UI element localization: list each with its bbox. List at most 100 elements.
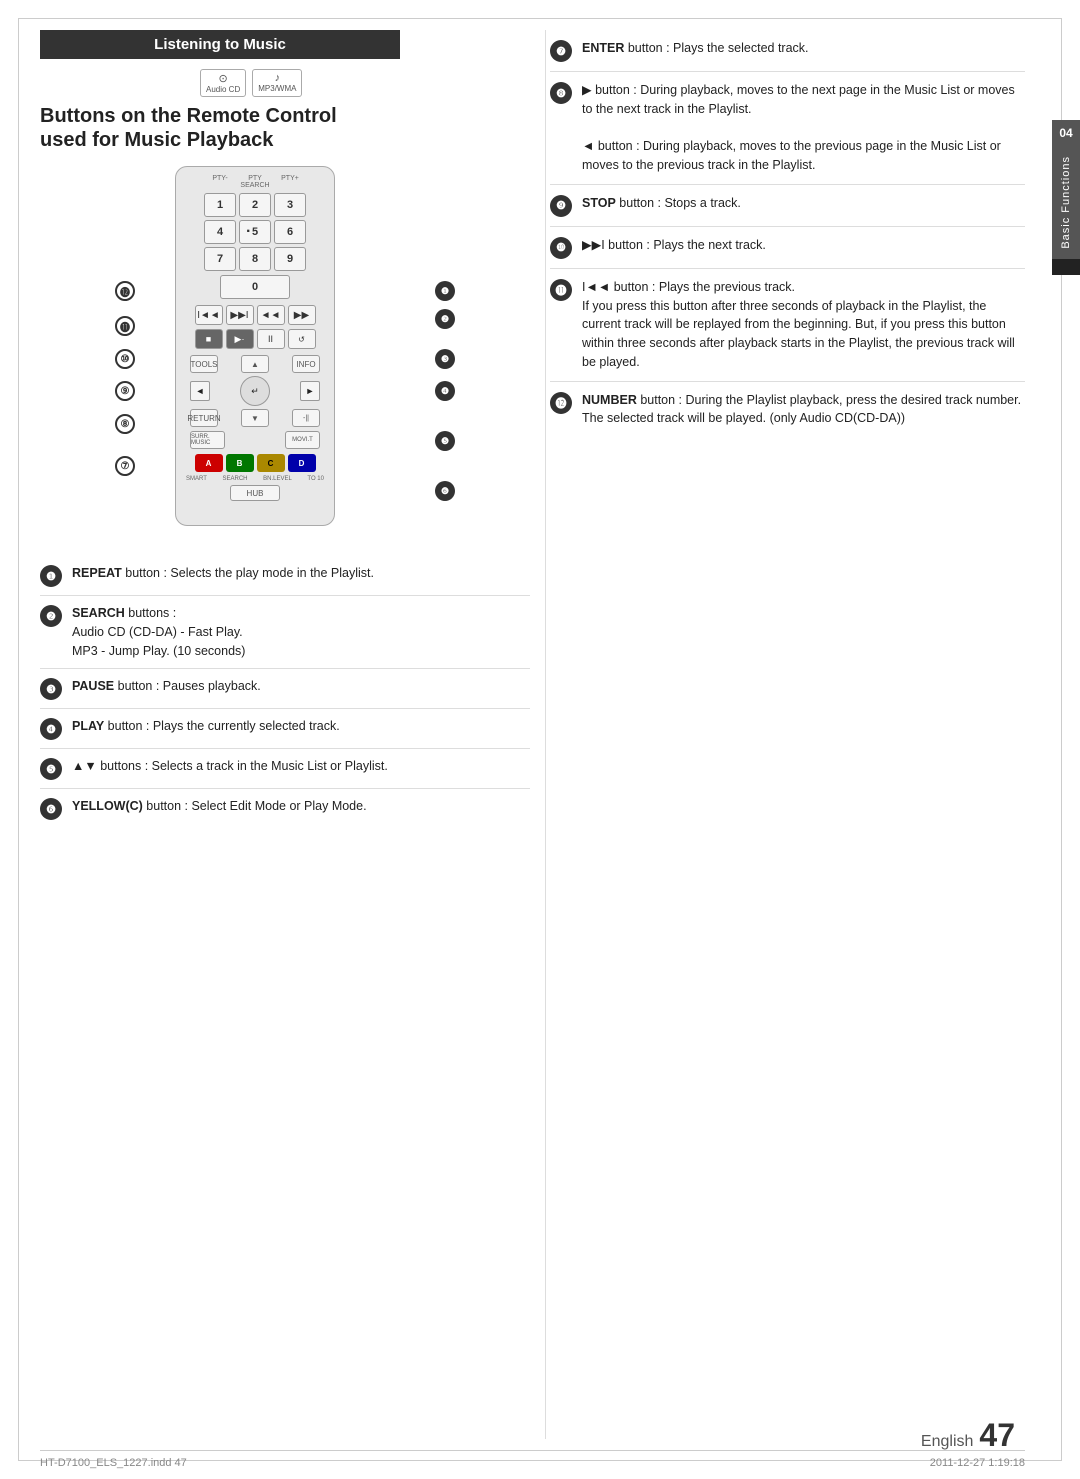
btn-stop[interactable]: ■ <box>195 329 223 349</box>
right-item-7: ❼ ENTER button : Plays the selected trac… <box>550 30 1025 72</box>
right-num-7: ❼ <box>550 40 572 62</box>
right-item-12: ⓬ NUMBER button : During the Playlist pl… <box>550 382 1025 438</box>
desc-item-3: ❸ PAUSE button : Pauses playback. <box>40 669 530 709</box>
callout-12: ⓬ <box>115 281 135 301</box>
media-icons: ⊙ Audio CD ♪ MP3/WMA <box>200 69 530 97</box>
chapter-label: Basic Functions <box>1055 146 1077 259</box>
remote-body: PTY- PTY SEARCH PTY+ 1 2 3 4 5 6 7 8 9 <box>175 166 335 526</box>
btn-right-arrow[interactable]: ► <box>300 381 320 401</box>
desc-num-5: ❺ <box>40 758 62 780</box>
callout-11: ⓫ <box>115 316 135 336</box>
btn-yellow-c[interactable]: C <box>257 454 285 472</box>
btn-5[interactable]: 5 <box>239 220 271 244</box>
btn-surround[interactable]: SURR. MUSIC <box>190 431 225 449</box>
desc-text-1: REPEAT button : Selects the play mode in… <box>72 564 530 583</box>
page-number: 47 <box>979 1417 1015 1454</box>
btn-down-arrow[interactable]: ▼ <box>241 409 269 427</box>
callout-7: ⑦ <box>115 456 135 476</box>
btn-next-track[interactable]: ▶▶I <box>226 305 254 325</box>
btn-info[interactable]: INFO <box>292 355 320 373</box>
btn-rewind[interactable]: ◄◄ <box>257 305 285 325</box>
number-pad: 1 2 3 4 5 6 7 8 9 <box>204 193 306 271</box>
btn-2[interactable]: 2 <box>239 193 271 217</box>
zero-row: 0 <box>182 275 328 299</box>
desc-item-5: ❺ ▲▼ buttons : Selects a track in the Mu… <box>40 749 530 789</box>
btn-3[interactable]: 3 <box>274 193 306 217</box>
btn-hub[interactable]: HUB <box>230 485 280 501</box>
desc-num-1: ❶ <box>40 565 62 587</box>
btn-repeat[interactable]: ↺ <box>288 329 316 349</box>
desc-num-4: ❹ <box>40 718 62 740</box>
page-word: English <box>921 1433 973 1451</box>
callout-1: ❶ <box>435 281 455 301</box>
btn-red-a[interactable]: A <box>195 454 223 472</box>
btn-blue-d[interactable]: D <box>288 454 316 472</box>
left-column: Listening to Music ⊙ Audio CD ♪ MP3/WMA … <box>40 30 530 828</box>
footer: HT-D7100_ELS_1227.indd 47 2011-12-27 1:1… <box>40 1450 1025 1469</box>
btn-prev-track[interactable]: I◄◄ <box>195 305 223 325</box>
btn-up-arrow[interactable]: ▲ <box>241 355 269 373</box>
callout-10: ⑩ <box>115 349 135 369</box>
btn-tools[interactable]: TOOLS <box>190 355 218 373</box>
btn-movi[interactable]: MOVI.T <box>285 431 320 449</box>
right-text-7: ENTER button : Plays the selected track. <box>582 39 1025 58</box>
right-item-11: ⓫ I◄◄ button : Plays the previous track.… <box>550 269 1025 382</box>
btn-mute[interactable]: -|| <box>292 409 320 427</box>
page-number-area: English 47 <box>921 1417 1015 1454</box>
btn-pause[interactable]: II <box>257 329 285 349</box>
smart-row: SMART SEARCH BN.LEVEL TO 10 <box>186 476 324 482</box>
callout-2: ❷ <box>435 309 455 329</box>
right-item-8: ❽ ▶ button : During playback, moves to t… <box>550 72 1025 185</box>
side-tab-accent <box>1052 259 1080 275</box>
hub-row: HUB <box>182 485 328 501</box>
btn-return[interactable]: RETURN <box>190 409 218 427</box>
transport-row: I◄◄ ▶▶I ◄◄ ▶▶ <box>195 305 316 325</box>
desc-text-6: YELLOW(C) button : Select Edit Mode or P… <box>72 797 530 816</box>
btn-1[interactable]: 1 <box>204 193 236 217</box>
desc-text-4: PLAY button : Plays the currently select… <box>72 717 530 736</box>
desc-num-2: ❷ <box>40 605 62 627</box>
desc-text-2: SEARCH buttons :Audio CD (CD-DA) - Fast … <box>72 604 530 660</box>
smart-label: SMART <box>186 476 207 482</box>
chapter-number: 04 <box>1059 120 1072 146</box>
right-num-10: ❿ <box>550 237 572 259</box>
playback-row: ■ ▶· II ↺ <box>195 329 316 349</box>
btn-4[interactable]: 4 <box>204 220 236 244</box>
btn-play[interactable]: ▶· <box>226 329 254 349</box>
bnlevel-label: BN.LEVEL <box>263 476 292 482</box>
mp3-wma-icon: ♪ MP3/WMA <box>252 69 302 97</box>
btn-green-b[interactable]: B <box>226 454 254 472</box>
right-text-9: STOP button : Stops a track. <box>582 194 1025 213</box>
btn-8[interactable]: 8 <box>239 247 271 271</box>
desc-item-6: ❻ YELLOW(C) button : Select Edit Mode or… <box>40 789 530 828</box>
remote-diagram: PTY- PTY SEARCH PTY+ 1 2 3 4 5 6 7 8 9 <box>115 166 455 536</box>
color-buttons: A B C D <box>195 454 316 472</box>
right-text-8: ▶ button : During playback, moves to the… <box>582 81 1025 175</box>
desc-item-1: ❶ REPEAT button : Selects the play mode … <box>40 556 530 596</box>
dpad-center-row: ◄ ↵ ► <box>190 376 320 406</box>
desc-num-3: ❸ <box>40 678 62 700</box>
btn-left-arrow[interactable]: ◄ <box>190 381 210 401</box>
callout-9: ⑨ <box>115 381 135 401</box>
btn-0[interactable]: 0 <box>220 275 290 299</box>
callout-3: ❸ <box>435 349 455 369</box>
btn-7[interactable]: 7 <box>204 247 236 271</box>
desc-num-6: ❻ <box>40 798 62 820</box>
right-text-12: NUMBER button : During the Playlist play… <box>582 391 1025 429</box>
to10-label: TO 10 <box>307 476 324 482</box>
btn-9[interactable]: 9 <box>274 247 306 271</box>
btn-6[interactable]: 6 <box>274 220 306 244</box>
column-divider <box>545 30 546 1439</box>
btn-enter[interactable]: ↵ <box>240 376 270 406</box>
side-tab: 04 Basic Functions <box>1052 120 1080 275</box>
callout-8: ⑧ <box>115 414 135 434</box>
btn-ffwd[interactable]: ▶▶ <box>288 305 316 325</box>
section-title-line2: used for Music Playback <box>40 129 530 152</box>
right-item-9: ❾ STOP button : Stops a track. <box>550 185 1025 227</box>
main-content: Listening to Music ⊙ Audio CD ♪ MP3/WMA … <box>40 30 1025 1439</box>
search-label: SEARCH <box>223 476 248 482</box>
audio-cd-icon: ⊙ Audio CD <box>200 69 246 97</box>
footer-right: 2011-12-27 1:19:18 <box>930 1457 1025 1469</box>
dpad-top-row: TOOLS ▲ INFO <box>190 355 320 373</box>
right-item-10: ❿ ▶▶I button : Plays the next track. <box>550 227 1025 269</box>
